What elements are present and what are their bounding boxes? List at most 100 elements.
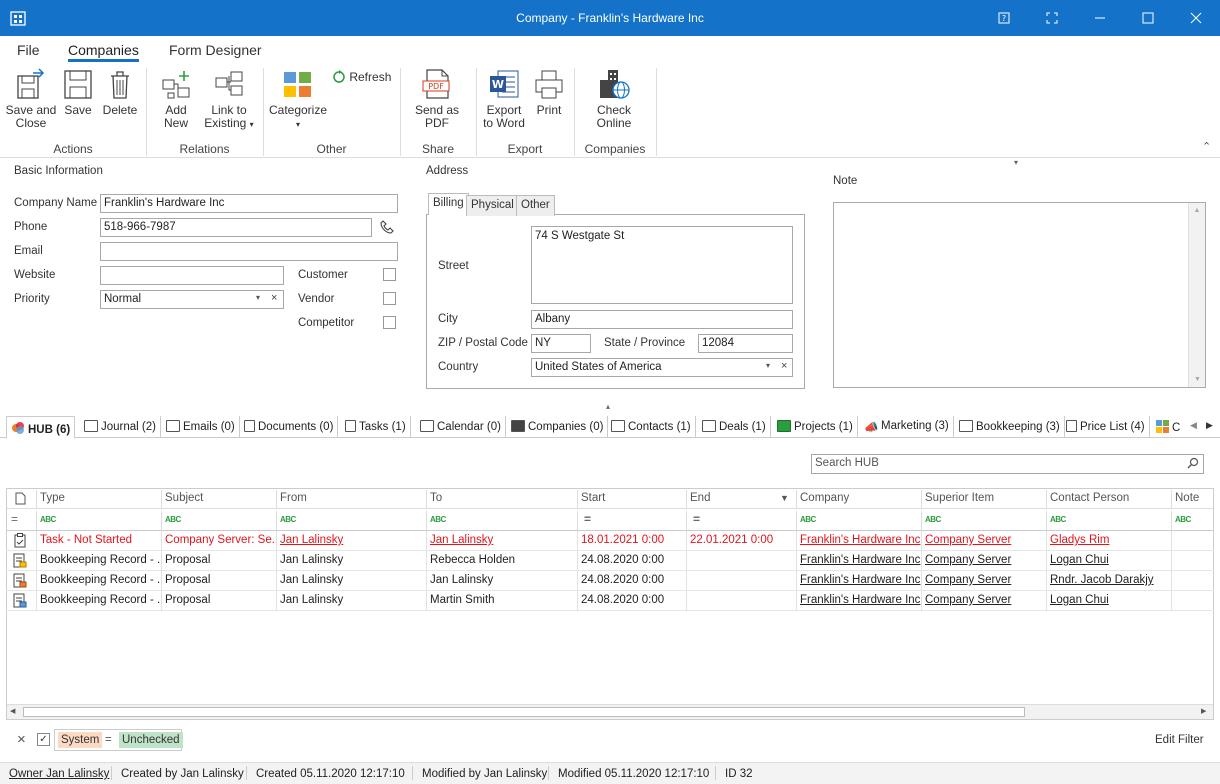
- filter-field[interactable]: System: [58, 732, 103, 748]
- fullscreen-icon[interactable]: [1042, 8, 1062, 28]
- filter-from[interactable]: ABC: [276, 511, 426, 530]
- export-to-word-button[interactable]: W Export to Word: [480, 68, 528, 130]
- save-button[interactable]: Save: [60, 68, 96, 117]
- cell-company[interactable]: Franklin's Hardware Inc: [796, 571, 921, 591]
- categorize-button[interactable]: Categorize ▾: [268, 68, 328, 131]
- send-as-pdf-button[interactable]: PDF Send as PDF: [404, 68, 470, 130]
- phone-field[interactable]: 518-966-7987: [100, 218, 372, 237]
- phone-icon[interactable]: [380, 220, 394, 234]
- tab-projects[interactable]: Projects (1): [777, 416, 858, 438]
- cell-superior[interactable]: Company Server: [921, 551, 1046, 571]
- maximize-icon[interactable]: [1138, 8, 1158, 28]
- street-field[interactable]: 74 S Westgate St: [531, 226, 793, 304]
- tab-hub[interactable]: HUB (6): [6, 416, 76, 439]
- table-row[interactable]: Task - Not Started Company Server: Se...…: [6, 531, 1214, 551]
- filter-company[interactable]: ABC: [796, 511, 921, 530]
- email-field[interactable]: [100, 242, 398, 261]
- tab-scroll-right-icon[interactable]: ▶: [1206, 420, 1213, 431]
- note-scrollbar[interactable]: ▲ ▼: [1188, 203, 1205, 387]
- tab-journal[interactable]: Journal (2): [84, 416, 161, 438]
- clear-icon[interactable]: ×: [781, 360, 787, 372]
- cell-from[interactable]: Jan Lalinsky: [276, 531, 426, 551]
- grid-hscrollbar[interactable]: ◀ ▶: [7, 704, 1213, 719]
- country-select[interactable]: United States of America ▾ ×: [531, 358, 793, 377]
- clear-icon[interactable]: ×: [271, 292, 277, 304]
- delete-button[interactable]: Delete: [101, 68, 139, 117]
- table-row[interactable]: Bookkeeping Record - ... Proposal Jan La…: [6, 591, 1214, 611]
- edit-filter-link[interactable]: Edit Filter: [1155, 734, 1204, 746]
- col-type[interactable]: Type: [36, 490, 161, 509]
- tab-emails[interactable]: Emails (0): [166, 416, 240, 438]
- tab-other[interactable]: Other: [516, 195, 555, 216]
- tab-contacts[interactable]: Contacts (1): [611, 416, 696, 438]
- refresh-button[interactable]: Refresh: [332, 70, 394, 84]
- company-name-field[interactable]: Franklin's Hardware Inc: [100, 194, 398, 213]
- zip-field[interactable]: NY: [531, 334, 591, 353]
- scroll-thumb[interactable]: [23, 707, 1025, 717]
- status-owner[interactable]: Owner Jan Lalinsky: [9, 766, 109, 784]
- col-contact-person[interactable]: Contact Person: [1046, 490, 1171, 509]
- col-subject[interactable]: Subject: [161, 490, 276, 509]
- col-superior-item[interactable]: Superior Item: [921, 490, 1046, 509]
- competitor-checkbox[interactable]: [383, 316, 396, 329]
- vendor-checkbox[interactable]: [383, 292, 396, 305]
- city-field[interactable]: Albany: [531, 310, 793, 329]
- tab-scroll-left-icon[interactable]: ◀: [1190, 420, 1197, 431]
- menu-form-designer[interactable]: Form Designer: [169, 42, 262, 58]
- cell-company[interactable]: Franklin's Hardware Inc: [796, 591, 921, 611]
- cell-superior[interactable]: Company Server: [921, 531, 1046, 551]
- tab-bookkeeping[interactable]: Bookkeeping (3): [959, 416, 1065, 438]
- chevron-down-icon[interactable]: ▾: [256, 293, 260, 302]
- priority-select[interactable]: Normal ▾ ×: [100, 290, 284, 309]
- clear-filter-icon[interactable]: ×: [17, 731, 26, 748]
- tab-price-list[interactable]: Price List (4): [1066, 416, 1150, 438]
- save-and-close-button[interactable]: Save and Close: [5, 68, 57, 130]
- tab-documents[interactable]: Documents (0): [244, 416, 339, 438]
- cell-superior[interactable]: Company Server: [921, 571, 1046, 591]
- tab-physical[interactable]: Physical: [466, 195, 519, 216]
- filter-enabled-checkbox[interactable]: ✓: [37, 733, 50, 746]
- filter-start[interactable]: =: [577, 511, 686, 530]
- table-row[interactable]: Bookkeeping Record - ... Proposal Jan La…: [6, 571, 1214, 591]
- check-online-button[interactable]: Check Online: [590, 68, 638, 130]
- col-from[interactable]: From: [276, 490, 426, 509]
- cell-contact[interactable]: Logan Chui: [1046, 551, 1171, 571]
- cell-company[interactable]: Franklin's Hardware Inc: [796, 551, 921, 571]
- minimize-icon[interactable]: [1090, 8, 1110, 28]
- menu-companies[interactable]: Companies: [68, 42, 139, 62]
- collapse-ribbon-icon[interactable]: ⌃: [1202, 140, 1211, 153]
- filter-note[interactable]: ABC: [1171, 511, 1213, 530]
- col-to[interactable]: To: [426, 490, 577, 509]
- cell-contact[interactable]: Rndr. Jacob Darakjy: [1046, 571, 1171, 591]
- scroll-left-icon[interactable]: ◀: [10, 707, 15, 715]
- search-input[interactable]: Search HUB: [811, 454, 1204, 474]
- cell-contact[interactable]: Logan Chui: [1046, 591, 1171, 611]
- scroll-down-icon[interactable]: ▼: [1189, 376, 1206, 383]
- state-field[interactable]: 12084: [698, 334, 793, 353]
- customer-checkbox[interactable]: [383, 268, 396, 281]
- link-existing-button[interactable]: Link to Existing ▾: [203, 68, 255, 131]
- table-row[interactable]: Bookkeeping Record - ... Proposal Jan La…: [6, 551, 1214, 571]
- print-button[interactable]: Print: [531, 68, 567, 117]
- filter-type[interactable]: ABC: [36, 511, 161, 530]
- collapse-arrow-icon[interactable]: ▾: [1014, 158, 1018, 167]
- add-new-button[interactable]: Add New: [152, 68, 200, 130]
- filter-eq-icon[interactable]: =: [11, 512, 18, 526]
- tab-deals[interactable]: Deals (1): [702, 416, 771, 438]
- filter-end[interactable]: =: [686, 511, 796, 530]
- help-icon[interactable]: ?: [994, 8, 1014, 28]
- col-start[interactable]: Start: [577, 490, 686, 509]
- tab-companies[interactable]: Companies (0): [511, 416, 609, 438]
- filter-superior[interactable]: ABC: [921, 511, 1046, 530]
- tab-billing[interactable]: Billing: [428, 193, 469, 215]
- cell-superior[interactable]: Company Server: [921, 591, 1046, 611]
- filter-subject[interactable]: ABC: [161, 511, 276, 530]
- filter-contact[interactable]: ABC: [1046, 511, 1171, 530]
- filter-to[interactable]: ABC: [426, 511, 577, 530]
- tab-calendar[interactable]: Calendar (0): [420, 416, 506, 438]
- tab-tasks[interactable]: Tasks (1): [345, 416, 411, 438]
- search-icon[interactable]: [1187, 457, 1199, 469]
- sort-desc-icon[interactable]: ▼: [780, 493, 789, 503]
- menu-file[interactable]: File: [17, 42, 40, 58]
- cell-to[interactable]: Jan Lalinsky: [426, 531, 577, 551]
